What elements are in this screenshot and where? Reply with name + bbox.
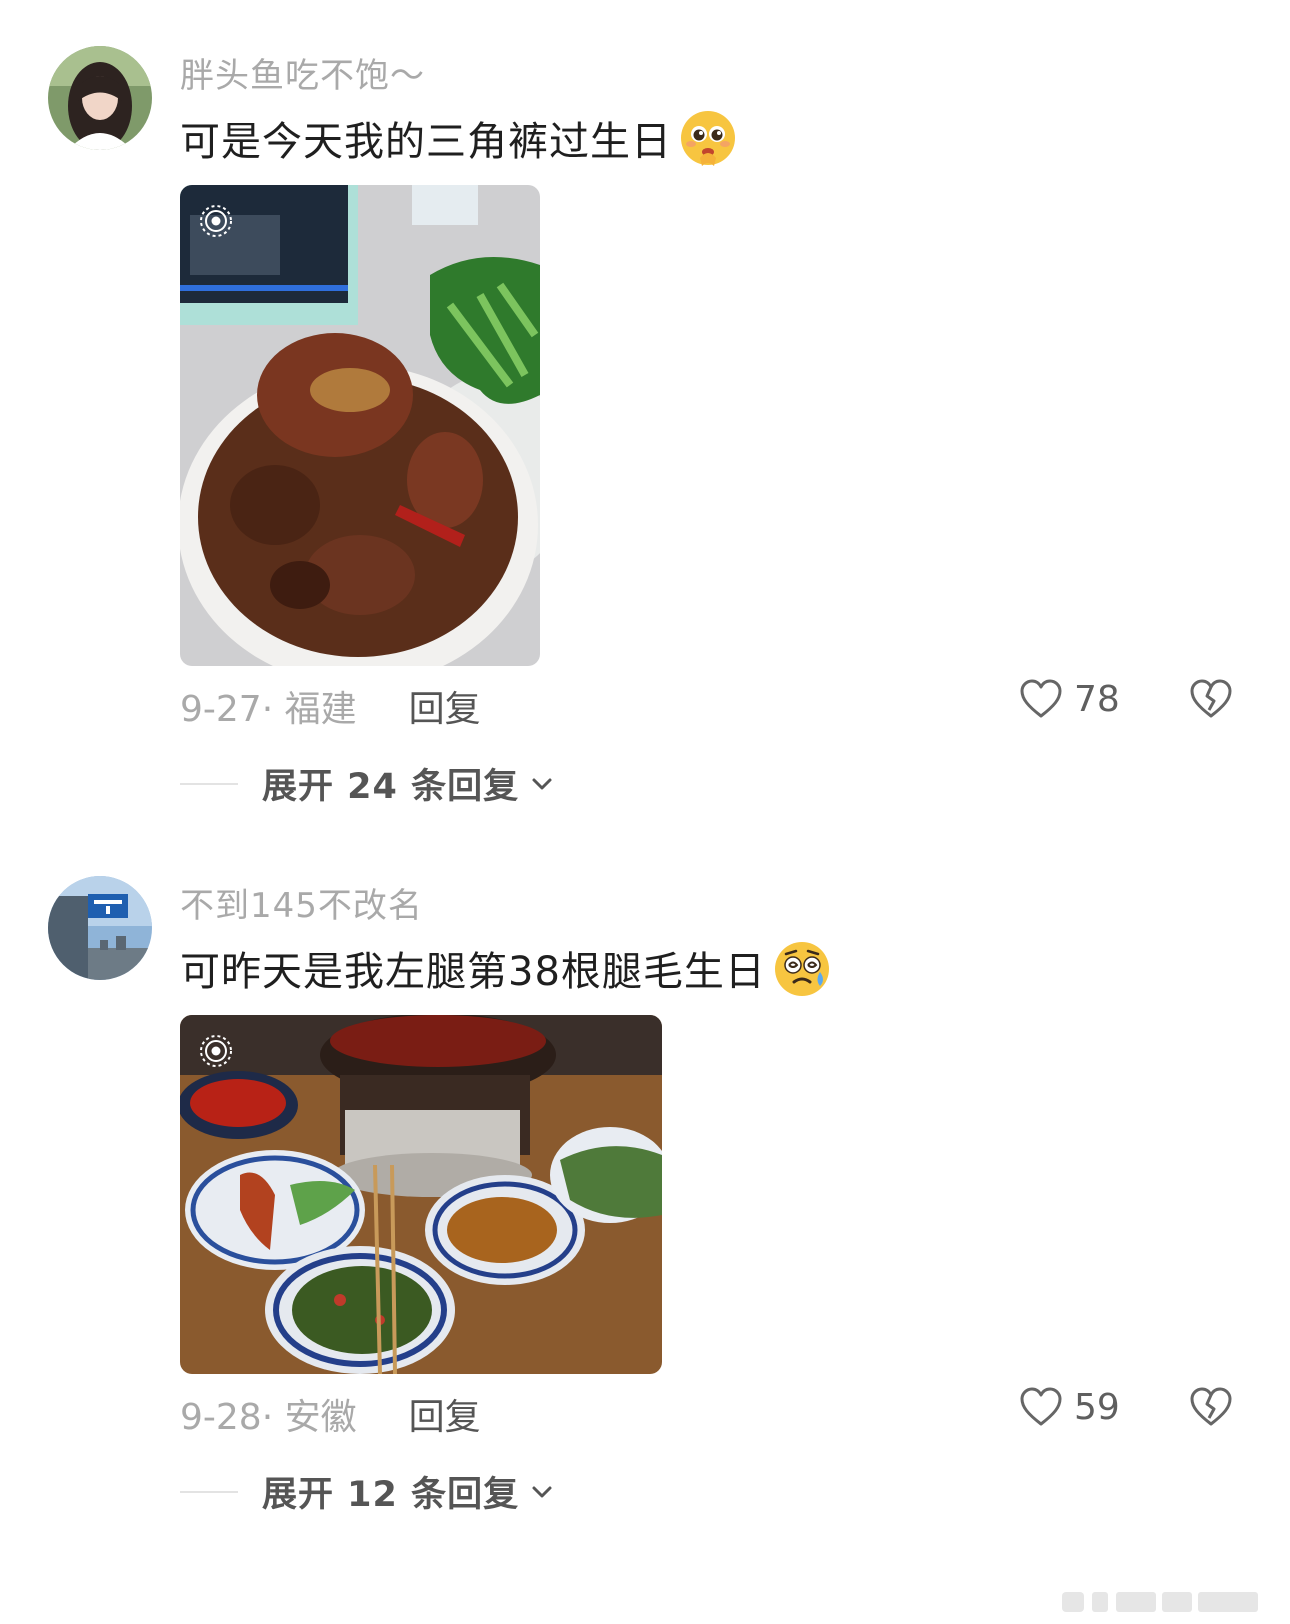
comment-text-row: 可是今天我的三角裤过生日 [180, 108, 738, 168]
comment-meta: 9-27· 福建 回复 [180, 680, 481, 732]
comment-item: 不到145不改名 可昨天是我左腿第38根腿毛生日 9-28· 安徽 回复 59 … [0, 830, 1290, 1590]
reply-button[interactable]: 回复 [409, 680, 481, 732]
avatar[interactable] [48, 46, 152, 150]
expand-replies-label[interactable]: 展开 24 条回复 [262, 758, 519, 809]
username[interactable]: 胖头鱼吃不饱～ [180, 48, 425, 97]
heart-outline-icon [1020, 1387, 1062, 1426]
broken-heart-icon [1190, 1387, 1232, 1426]
pleading-face-emoji [681, 111, 735, 166]
comment-text: 可是今天我的三角裤过生日 [180, 119, 672, 165]
comment-text: 可昨天是我左腿第38根腿毛生日 [180, 949, 766, 995]
comment-photo[interactable] [180, 1015, 662, 1374]
comment-item: 胖头鱼吃不饱～ 可是今天我的三角裤过生日 9-27· 福建 回复 78 展开 2… [0, 0, 1290, 830]
comment-text-row: 可昨天是我左腿第38根腿毛生日 [180, 938, 832, 998]
heart-outline-icon [1020, 679, 1062, 718]
comment-meta: 9-28· 安徽 回复 [180, 1388, 481, 1440]
chevron-down-icon [532, 778, 552, 789]
dislike-button[interactable] [1188, 676, 1234, 726]
live-photo-icon [200, 205, 232, 237]
date-location: 9-28· 安徽 [180, 1397, 357, 1438]
like-count: 78 [1074, 678, 1120, 720]
expand-replies-label[interactable]: 展开 12 条回复 [262, 1466, 519, 1517]
like-button[interactable]: 78 [1018, 676, 1120, 722]
date-location: 9-27· 福建 [180, 689, 357, 730]
like-button[interactable]: 59 [1018, 1384, 1120, 1430]
comment-photo[interactable] [180, 185, 540, 666]
dislike-button[interactable] [1188, 1384, 1234, 1434]
dizzy-sweat-face-emoji [774, 942, 829, 996]
divider [180, 1490, 238, 1493]
expand-replies[interactable]: 展开 24 条回复 [180, 758, 555, 809]
avatar[interactable] [48, 876, 152, 980]
chevron-down-icon [532, 1486, 552, 1497]
live-photo-icon [200, 1035, 232, 1067]
username[interactable]: 不到145不改名 [180, 878, 423, 927]
reply-button[interactable]: 回复 [409, 1388, 481, 1440]
watermark [1062, 1592, 1258, 1612]
broken-heart-icon [1190, 679, 1232, 718]
divider [180, 782, 238, 785]
like-count: 59 [1074, 1386, 1120, 1428]
expand-replies[interactable]: 展开 12 条回复 [180, 1466, 555, 1517]
